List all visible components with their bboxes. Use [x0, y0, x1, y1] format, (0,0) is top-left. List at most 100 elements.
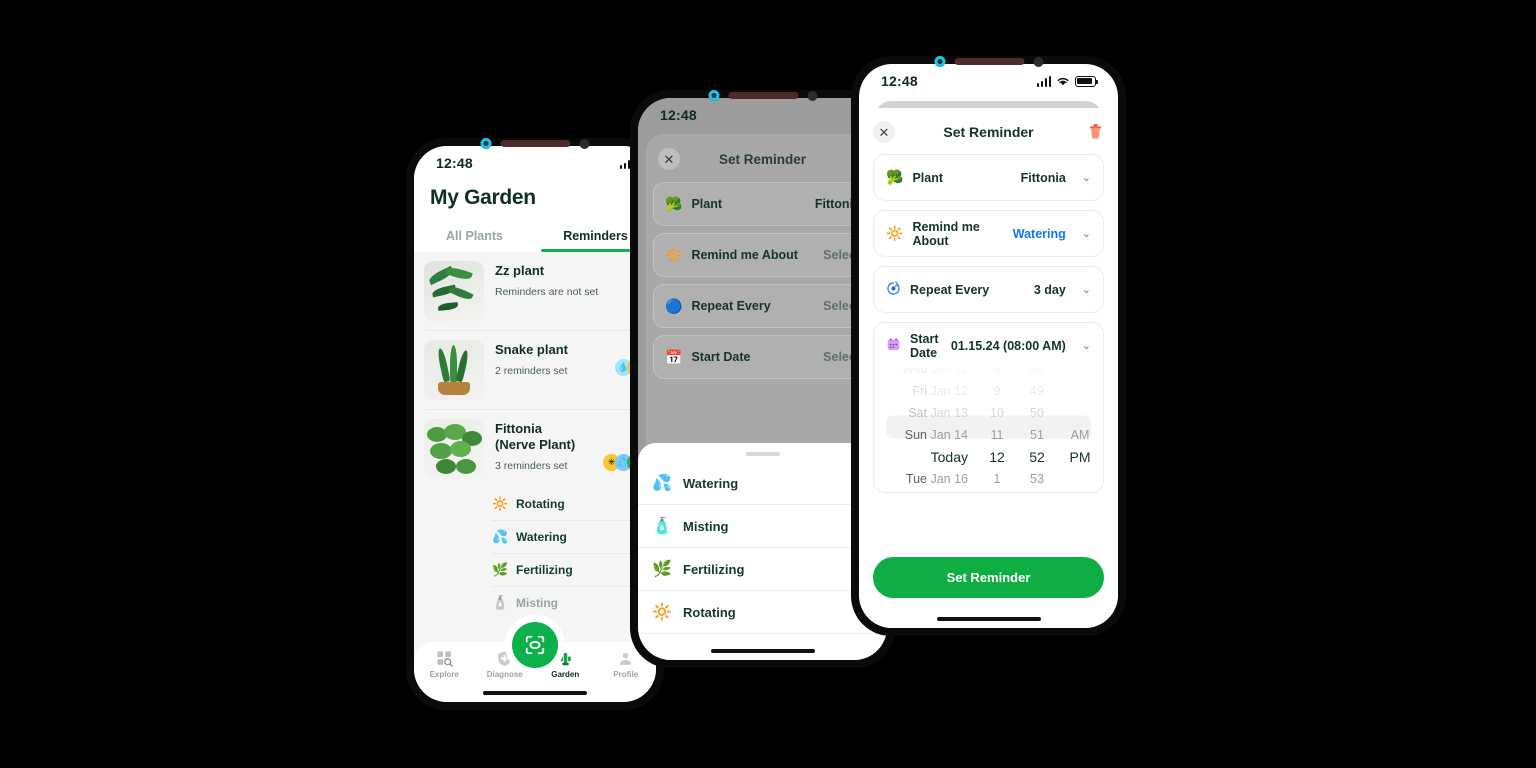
field-label: Start Date	[910, 331, 939, 360]
plant-info: Snake plant 2 reminders set 💧	[495, 340, 644, 377]
screenshot-stage: 12:48 My Garden All Plants Reminders Zz …	[0, 0, 1536, 768]
camera-icon	[480, 138, 492, 149]
field-label: Repeat Every	[910, 282, 990, 297]
fertilizing-icon: 🌿	[652, 561, 672, 578]
card-title: Set Reminder	[718, 151, 807, 167]
phone-my-garden: 12:48 My Garden All Plants Reminders Zz …	[406, 138, 664, 710]
misting-icon: 🧴	[652, 518, 672, 535]
picker-hour: 9	[993, 384, 1001, 398]
picker-row[interactable]: Tue Jan 16 1 53	[876, 468, 1101, 486]
field-remind-about[interactable]: 🔆 Remind me About Select	[653, 233, 872, 277]
field-value: Fittonia	[1020, 170, 1066, 185]
field-plant[interactable]: 🥦 Plant Fittonia ⌄	[873, 154, 1104, 201]
signal-icon	[1036, 75, 1051, 87]
plant-icon: 🥦	[665, 195, 683, 212]
picker-date: Jan 11	[931, 368, 968, 376]
picker-minute: 48	[1030, 368, 1044, 376]
picker-minute: 49	[1030, 384, 1044, 398]
rotating-icon: 🔆	[652, 604, 672, 621]
plant-name-line1: Fittonia	[495, 421, 542, 436]
plant-name: Fittonia (Nerve Plant)	[495, 421, 644, 453]
picker-meridiem: AM	[1070, 428, 1090, 442]
plant-name-line2: (Nerve Plant)	[495, 436, 576, 452]
sheet-option-watering[interactable]: 💦 Watering	[638, 462, 887, 505]
fittonia-reminder-list: 🔆 Rotating 💦 Watering 🌿 Fertilizing 🧴 Mi…	[414, 488, 656, 619]
watering-icon: 💦	[492, 529, 509, 544]
scan-button[interactable]	[512, 622, 558, 668]
field-repeat-every[interactable]: 🔵 Repeat Every Select	[653, 284, 872, 328]
list-item[interactable]: Fittonia (Nerve Plant) 3 reminders set ✳…	[414, 410, 656, 488]
scan-frame-icon	[525, 635, 545, 655]
sheet-option-label: Watering	[683, 475, 739, 491]
camera-icon	[708, 90, 719, 101]
list-item[interactable]: Snake plant 2 reminders set 💧	[414, 331, 656, 409]
picker-row-selected[interactable]: Today 12 52 PM	[876, 446, 1101, 468]
picker-date: Jan 12	[930, 384, 968, 398]
picker-hour: 1	[993, 472, 1001, 486]
field-label: Plant	[691, 197, 722, 211]
plant-name: Zz plant	[495, 263, 545, 278]
picker-hour: 8	[993, 368, 1001, 376]
field-value: Watering	[1012, 226, 1066, 241]
sheet-option-label: Misting	[683, 518, 729, 534]
sensor-icon	[807, 90, 817, 101]
tabbar-label: Profile	[613, 670, 639, 679]
field-start-date[interactable]: Start Date 01.15.24 (08:00 AM) ⌄ Wed Jan…	[873, 322, 1104, 493]
sheet-option-rotating[interactable]: 🔆 Rotating	[638, 591, 887, 634]
sensor-icon	[579, 138, 590, 149]
tabbar-item-explore[interactable]: Explore	[414, 650, 475, 679]
page-title: My Garden	[430, 186, 536, 209]
chevron-down-icon: ⌄	[1081, 340, 1091, 352]
field-label: Start Date	[691, 350, 751, 364]
home-indicator	[710, 649, 815, 653]
sheet-grabber[interactable]	[745, 452, 780, 456]
sheet-header: ✕ Set Reminder	[859, 108, 1118, 154]
field-remind-about[interactable]: 🔆 Remind me About Watering ⌄	[873, 210, 1104, 257]
picker-row[interactable]: Sun Jan 14 11 51 AM	[876, 424, 1101, 446]
phone1-header: My Garden All Plants Reminders	[414, 146, 656, 252]
home-indicator	[936, 617, 1041, 621]
wifi-icon	[1057, 77, 1069, 85]
picker-minute: 50	[1030, 406, 1044, 420]
sheet-option-misting[interactable]: 🧴 Misting	[638, 505, 887, 548]
repeat-icon	[886, 280, 901, 299]
phone2-screen: 12:48 ✕ Set Reminder 🥦 Plant Fittonia 🔆	[638, 98, 887, 660]
plant-icon: 🥦	[886, 169, 904, 185]
tabbar-label: Diagnose	[486, 670, 523, 679]
sheet-option-fertilizing[interactable]: 🌿 Fertilizing	[638, 548, 887, 591]
picker-minute: 53	[1030, 472, 1044, 486]
repeat-icon: 🔵	[665, 297, 683, 314]
picker-rows: Wed Jan 11 8 48 Fri Jan 12 9 49 Sat Jan …	[876, 368, 1101, 486]
phone3-statusbar: 12:48	[859, 64, 1118, 98]
picker-weekday: Sun	[904, 428, 927, 442]
chevron-down-icon: ⌄	[1081, 284, 1091, 296]
field-plant[interactable]: 🥦 Plant Fittonia	[653, 182, 872, 226]
plant-reminder-status: Reminders are not set	[495, 285, 599, 298]
picker-hour: 10	[990, 406, 1004, 420]
picker-row[interactable]: Sat Jan 13 10 50	[876, 402, 1101, 424]
status-indicators	[1036, 75, 1098, 87]
picker-row[interactable]: Fri Jan 12 9 49	[876, 380, 1101, 402]
dynamic-island	[480, 138, 590, 149]
reminder-label: Misting	[516, 596, 558, 610]
plant-info: Zz plant Reminders are not set	[495, 261, 644, 298]
rotating-icon: 🔆	[665, 246, 683, 263]
option-bottom-sheet: 💦 Watering 🧴 Misting 🌿 Fertilizing 🔆 Rot…	[638, 443, 887, 660]
tabbar-label: Garden	[551, 670, 580, 679]
sheet-title: Set Reminder	[943, 124, 1034, 140]
datetime-picker[interactable]: Wed Jan 11 8 48 Fri Jan 12 9 49 Sat Jan …	[876, 368, 1101, 486]
picker-weekday: Sat	[908, 406, 927, 420]
field-repeat-every[interactable]: Repeat Every 3 day ⌄	[873, 266, 1104, 313]
sheet-option-label: Fertilizing	[683, 561, 745, 577]
island-pill	[954, 58, 1024, 65]
picker-row[interactable]: Wed Jan 11 8 48	[876, 368, 1101, 380]
battery-icon	[1075, 75, 1098, 87]
list-item[interactable]: Zz plant Reminders are not set	[414, 252, 656, 330]
set-reminder-button[interactable]: Set Reminder	[873, 557, 1104, 598]
field-start-date[interactable]: 📅 Start Date Select	[653, 335, 872, 379]
island-pill	[500, 140, 571, 147]
fertilizing-icon: 🌿	[492, 562, 509, 577]
tab-strip: All Plants Reminders	[414, 224, 656, 252]
tab-all-plants[interactable]: All Plants	[414, 224, 535, 252]
plant-reminder-status: 2 reminders set	[495, 364, 568, 377]
